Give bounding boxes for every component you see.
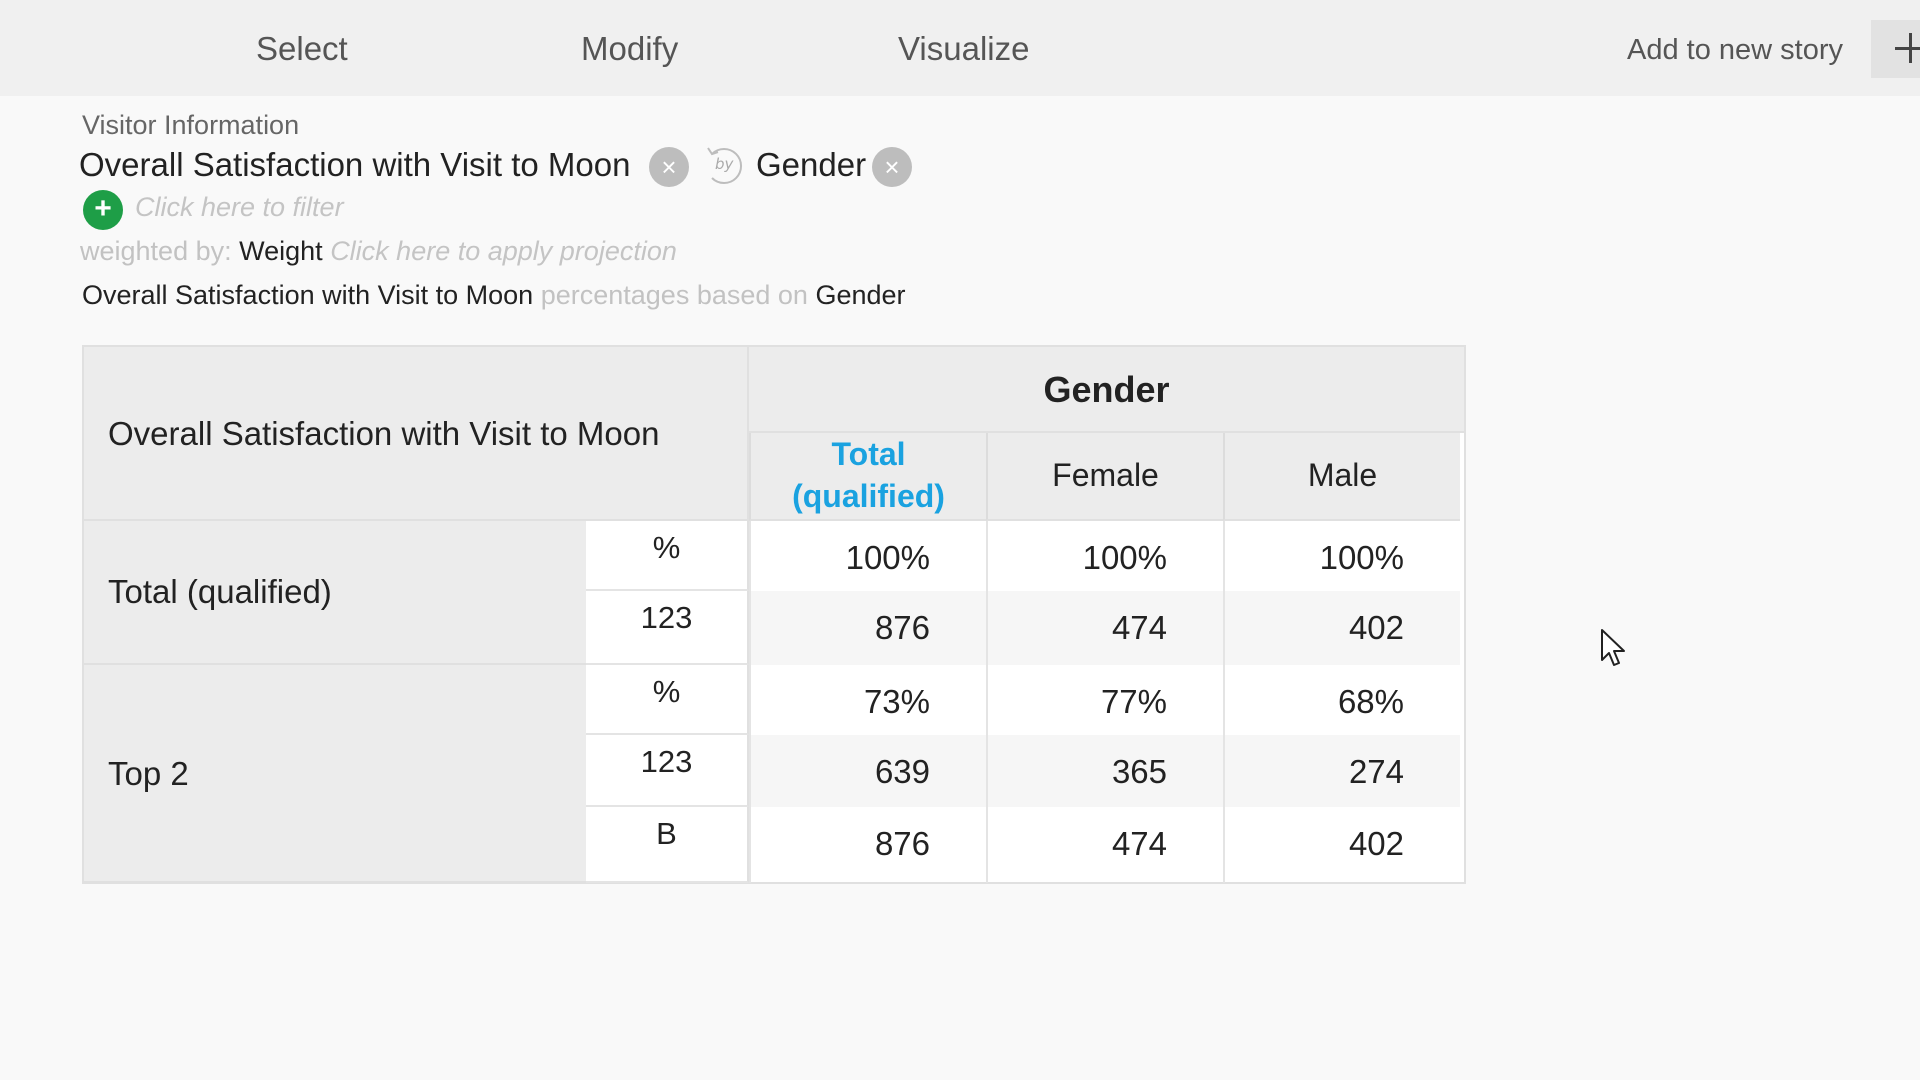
summary-mid: percentages based on <box>540 280 808 310</box>
close-icon: × <box>884 152 900 182</box>
row-header-label: Overall Satisfaction with Visit to Moon <box>108 415 660 452</box>
column-header-label: Total (qualified) <box>792 436 945 514</box>
table-cell: 876 <box>749 807 986 883</box>
crosstab-table: Overall Satisfaction with Visit to Moon … <box>82 345 1466 884</box>
column-header-label: Female <box>1052 457 1159 494</box>
table-cell: 402 <box>1223 591 1460 665</box>
by-icon[interactable]: by <box>702 142 748 188</box>
table-cell: 365 <box>986 735 1223 807</box>
summary-row: Overall Satisfaction with Visit to Moon … <box>82 280 906 311</box>
column-header-male[interactable]: Male <box>1223 433 1460 521</box>
stat-label: 123 <box>586 591 749 665</box>
by-label: by <box>715 155 735 173</box>
table-cell: 73% <box>749 665 986 735</box>
weight-row: weighted by: Weight Click here to apply … <box>80 236 677 267</box>
remove-row-variable-button[interactable]: × <box>649 147 689 187</box>
column-header-total[interactable]: Total (qualified) <box>749 433 986 521</box>
row-variable[interactable]: Overall Satisfaction with Visit to Moon <box>79 146 630 184</box>
stat-text: 123 <box>640 744 693 779</box>
column-header-label: Male <box>1307 457 1378 494</box>
tab-visualize[interactable]: Visualize <box>898 30 1029 68</box>
stat-label: B <box>586 807 749 883</box>
row-label-text: Top 2 <box>108 755 189 792</box>
row-label-text: Total (qualified) <box>108 573 332 610</box>
summary-by: Gender <box>815 280 906 310</box>
column-header-female[interactable]: Female <box>986 433 1223 521</box>
stat-label: % <box>586 665 749 735</box>
stat-text: % <box>652 674 681 709</box>
remove-column-variable-button[interactable]: × <box>872 147 912 187</box>
weight-value[interactable]: Weight <box>239 236 323 266</box>
stat-label: 123 <box>586 735 749 807</box>
table-cell: 402 <box>1223 807 1460 883</box>
plus-icon: + <box>94 192 112 225</box>
column-variable[interactable]: Gender <box>756 146 866 184</box>
row-label-top2[interactable]: Top 2 <box>84 665 586 883</box>
table-cell: 274 <box>1223 735 1460 807</box>
table-cell: 100% <box>749 521 986 591</box>
stat-text: B <box>656 816 677 851</box>
table-cell: 474 <box>986 591 1223 665</box>
table-cell: 77% <box>986 665 1223 735</box>
mouse-pointer-icon <box>1601 629 1625 666</box>
projection-hint[interactable]: Click here to apply projection <box>330 236 677 266</box>
stat-text: 123 <box>640 600 693 635</box>
row-label-total[interactable]: Total (qualified) <box>84 521 586 665</box>
table-cell: 100% <box>986 521 1223 591</box>
add-filter-button[interactable]: + <box>83 190 123 230</box>
tab-modify[interactable]: Modify <box>581 30 678 68</box>
row-variable-header: Overall Satisfaction with Visit to Moon <box>84 347 749 521</box>
table-cell: 639 <box>749 735 986 807</box>
weight-prefix: weighted by: <box>80 236 232 266</box>
add-story-plus-button[interactable] <box>1871 20 1920 78</box>
table-cell: 68% <box>1223 665 1460 735</box>
filter-hint[interactable]: Click here to filter <box>135 192 344 223</box>
table-cell: 876 <box>749 591 986 665</box>
stat-label: % <box>586 521 749 591</box>
dataset-label: Visitor Information <box>82 110 300 140</box>
table-cell: 474 <box>986 807 1223 883</box>
stat-text: % <box>652 530 681 565</box>
table-cell: 100% <box>1223 521 1460 591</box>
close-icon: × <box>661 152 677 182</box>
add-to-new-story-button[interactable]: Add to new story <box>1627 34 1843 67</box>
summary-variable: Overall Satisfaction with Visit to Moon <box>82 280 534 310</box>
top-toolbar: Select Modify Visualize Add to new story <box>0 0 1920 96</box>
column-group-header: Gender <box>749 347 1464 433</box>
tab-select[interactable]: Select <box>256 30 348 68</box>
